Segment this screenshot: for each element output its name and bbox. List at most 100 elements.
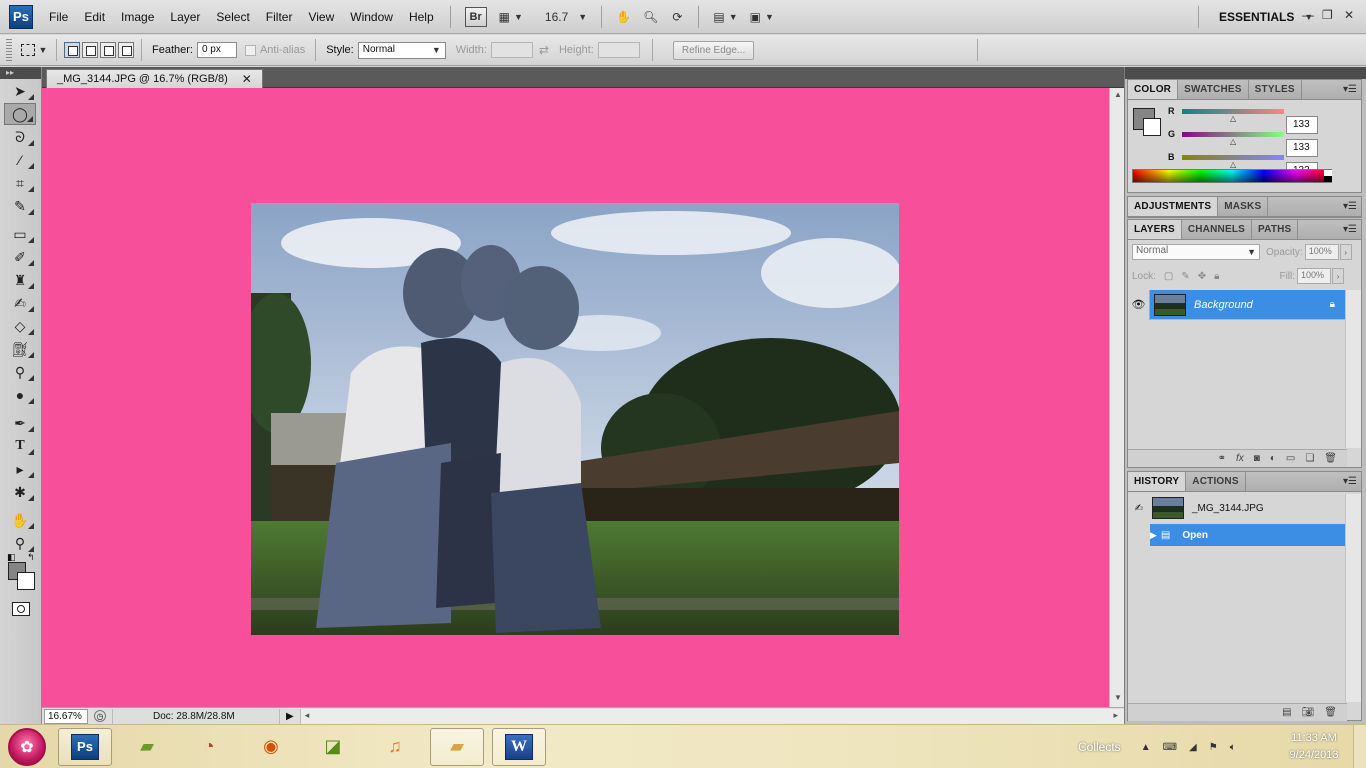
tab-swatches[interactable]: SWATCHES: [1178, 80, 1249, 99]
elliptical-marquee-tool[interactable]: ◯: [4, 103, 36, 125]
system-clock[interactable]: 11:33 AM 9/24/2013: [1282, 730, 1346, 764]
swap-width-height-icon[interactable]: ⇄: [539, 43, 549, 57]
screen-mode-button[interactable]: ▣ ▼: [746, 6, 778, 28]
menu-image[interactable]: Image: [113, 0, 162, 34]
history-step[interactable]: ▶ ▤ Open: [1128, 524, 1347, 546]
document-tab[interactable]: _MG_3144.JPG @ 16.7% (RGB/8) ✕: [46, 69, 263, 88]
eye-icon[interactable]: 👁︎: [1128, 289, 1150, 320]
width-input[interactable]: [490, 42, 533, 58]
menu-help[interactable]: Help: [401, 0, 442, 34]
antialias-checkbox[interactable]: [244, 44, 256, 56]
clone-stamp-tool[interactable]: ♜: [4, 269, 36, 291]
green-value-input[interactable]: 133: [1286, 139, 1318, 157]
eraser-tool[interactable]: ◇: [4, 315, 36, 337]
tools-collapse-bar[interactable]: ▸▸: [0, 67, 41, 79]
tab-history[interactable]: HISTORY: [1128, 472, 1187, 491]
lock-transparency-icon[interactable]: ▢: [1164, 271, 1173, 282]
link-layers-icon[interactable]: ⚭: [1218, 453, 1226, 464]
magic-wand-tool[interactable]: ⁄: [4, 149, 36, 171]
feather-input[interactable]: 0 px: [196, 42, 237, 58]
taskbar-word[interactable]: W: [492, 727, 546, 766]
tab-color[interactable]: COLOR: [1128, 80, 1179, 99]
new-selection-button[interactable]: [64, 42, 80, 58]
hand-tool[interactable]: ✋: [4, 509, 36, 531]
lasso-tool[interactable]: ᘐ: [4, 126, 36, 148]
menu-filter[interactable]: Filter: [258, 0, 301, 34]
menu-view[interactable]: View: [300, 0, 342, 34]
launch-bridge-button[interactable]: Br: [461, 6, 491, 28]
height-input[interactable]: [597, 42, 640, 58]
options-grip[interactable]: [6, 39, 12, 61]
dock-collapse-bar[interactable]: [1125, 67, 1366, 79]
subtract-from-selection-button[interactable]: [100, 42, 116, 58]
quick-mask-button[interactable]: [12, 602, 30, 616]
taskbar-app-green[interactable]: ◪: [306, 728, 360, 766]
eyedropper-tool[interactable]: ✎: [4, 195, 36, 217]
swap-colors-icon[interactable]: ↰: [27, 552, 35, 563]
tab-actions[interactable]: ACTIONS: [1186, 472, 1246, 491]
workspace-switcher[interactable]: ESSENTIALS ▼: [1190, 0, 1313, 34]
trash-icon[interactable]: 🗑︎: [1324, 707, 1337, 718]
tab-paths[interactable]: PATHS: [1252, 220, 1299, 239]
brush-tool[interactable]: ✐: [4, 246, 36, 268]
pen-tool[interactable]: ✒: [4, 412, 36, 434]
horizontal-scrollbar[interactable]: ◂ ▸: [299, 708, 1124, 724]
add-mask-icon[interactable]: ◙: [1254, 453, 1260, 464]
taskbar-sticky-notes[interactable]: ▰: [120, 728, 174, 766]
network-icon[interactable]: ◢: [1189, 742, 1197, 753]
slider-thumb-icon[interactable]: △: [1230, 160, 1236, 169]
panel-menu-icon[interactable]: ▾☰: [1343, 476, 1357, 487]
taskbar-explorer[interactable]: ▰: [430, 727, 484, 766]
taskbar-app-ring[interactable]: ◔: [182, 728, 236, 766]
scroll-left-arrow[interactable]: ◂: [305, 710, 310, 721]
tab-styles[interactable]: STYLES: [1249, 80, 1302, 99]
layers-scrollbar[interactable]: [1345, 290, 1361, 448]
layer-row[interactable]: 👁︎ Background 🔒︎: [1128, 289, 1347, 320]
close-icon[interactable]: ✕: [242, 72, 252, 86]
scroll-down-arrow[interactable]: ▼: [1114, 693, 1122, 702]
color-panel-background[interactable]: [1143, 118, 1161, 136]
zoom-tool[interactable]: ⚲: [4, 532, 36, 554]
tab-adjustments[interactable]: ADJUSTMENTS: [1128, 197, 1219, 216]
green-slider[interactable]: △: [1182, 131, 1284, 146]
history-snapshot[interactable]: ✍ _MG_3144.JPG: [1128, 494, 1347, 522]
taskbar-firefox[interactable]: ◉: [244, 728, 298, 766]
tab-layers[interactable]: LAYERS: [1128, 220, 1182, 239]
burn-tool[interactable]: ●: [4, 384, 36, 406]
tab-masks[interactable]: MASKS: [1218, 197, 1269, 216]
new-document-from-state-icon[interactable]: ▤: [1282, 707, 1291, 718]
menu-layer[interactable]: Layer: [162, 0, 208, 34]
new-layer-icon[interactable]: ❏: [1305, 453, 1314, 464]
vertical-scrollbar[interactable]: ▲ ▼: [1109, 88, 1124, 707]
scroll-up-arrow[interactable]: ▲: [1114, 90, 1122, 99]
lock-position-icon[interactable]: ✥: [1198, 271, 1206, 282]
history-scrollbar[interactable]: [1345, 494, 1361, 702]
menu-select[interactable]: Select: [208, 0, 257, 34]
scroll-right-arrow[interactable]: ▸: [1113, 710, 1118, 721]
layer-style-icon[interactable]: fx: [1236, 453, 1244, 464]
slider-thumb-icon[interactable]: △: [1230, 137, 1236, 146]
lock-pixels-icon[interactable]: ✎: [1181, 271, 1189, 282]
volume-icon[interactable]: 🔈︎: [1230, 742, 1236, 753]
start-button[interactable]: ✿: [8, 727, 46, 766]
rotate-view-button[interactable]: ⟳: [666, 6, 688, 28]
trash-icon[interactable]: 🗑︎: [1324, 453, 1337, 464]
red-slider[interactable]: △: [1182, 108, 1284, 123]
dodge-tool[interactable]: ⚲: [4, 361, 36, 383]
action-center-icon[interactable]: ⚑: [1209, 742, 1218, 753]
new-group-icon[interactable]: ▭: [1286, 453, 1295, 464]
opacity-input[interactable]: 100%: [1304, 244, 1339, 260]
status-info-icon[interactable]: ◷: [94, 710, 106, 722]
show-desktop-button[interactable]: [1353, 725, 1366, 768]
canvas-pasteboard[interactable]: [42, 88, 1109, 707]
path-selection-tool[interactable]: ▸: [4, 458, 36, 480]
paint-bucket-tool[interactable]: ⛽︎: [4, 338, 36, 360]
tool-preset-picker[interactable]: ▼: [18, 39, 50, 61]
blend-mode-dropdown[interactable]: Normal ▼: [1132, 244, 1260, 260]
taskbar-music[interactable]: ♫: [368, 728, 422, 766]
zoom-status-field[interactable]: 16.67%: [44, 708, 88, 724]
background-color-swatch[interactable]: [17, 572, 35, 590]
panel-menu-icon[interactable]: ▾☰: [1343, 224, 1357, 235]
fill-input[interactable]: 100%: [1297, 268, 1332, 284]
adjustment-layer-icon[interactable]: ◐: [1270, 453, 1276, 464]
